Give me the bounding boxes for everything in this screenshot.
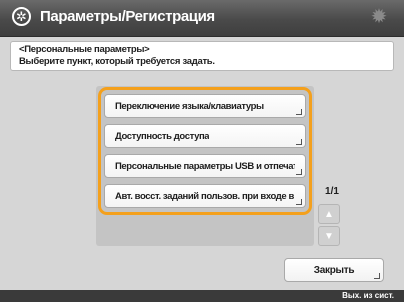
- logout-link[interactable]: Вых. из сист.: [342, 290, 394, 302]
- list-item-language-keyboard[interactable]: Переключение языка/клавиатуры: [104, 94, 306, 118]
- list-item-accessibility[interactable]: Доступность доступа: [104, 124, 306, 148]
- list-item-label: Авт. восст. заданий пользов. при входе в…: [115, 190, 295, 202]
- gear-icon[interactable]: ✹: [368, 6, 390, 28]
- instruction-panel: <Персональные параметры> Выберите пункт,…: [10, 41, 394, 71]
- window-title: Параметры/Регистрация: [40, 8, 215, 25]
- instruction-text: Выберите пункт, который требуется задать…: [19, 56, 215, 67]
- triangle-up-icon: ▲: [324, 208, 334, 220]
- list-item-label: Доступность доступа: [115, 130, 210, 142]
- list-item-label: Переключение языка/клавиатуры: [115, 100, 264, 112]
- title-bar: ✲ Параметры/Регистрация ✹: [0, 0, 404, 37]
- settings-circle-icon: ✲: [12, 7, 31, 26]
- instruction-heading: <Персональные параметры>: [19, 44, 150, 55]
- status-bar: Вых. из сист.: [0, 290, 404, 302]
- page-indicator: 1/1: [325, 186, 339, 197]
- close-button-label: Закрыть: [313, 264, 355, 276]
- scroll-down-button[interactable]: ▼: [318, 226, 340, 246]
- corner-arrow-icon: [296, 199, 302, 205]
- corner-arrow-icon: [296, 139, 302, 145]
- scroll-up-button[interactable]: ▲: [318, 204, 340, 224]
- corner-arrow-icon: [296, 109, 302, 115]
- close-button[interactable]: Закрыть: [284, 258, 384, 282]
- list-item-usb-fingerprint[interactable]: Персональные параметры USB и отпечатки п…: [104, 154, 306, 178]
- corner-arrow-icon: [296, 169, 302, 175]
- list-item-label: Персональные параметры USB и отпечатки п…: [115, 160, 295, 172]
- triangle-down-icon: ▼: [324, 230, 334, 242]
- list-item-auto-restore-jobs[interactable]: Авт. восст. заданий пользов. при входе в…: [104, 184, 306, 208]
- corner-arrow-icon: [374, 273, 380, 279]
